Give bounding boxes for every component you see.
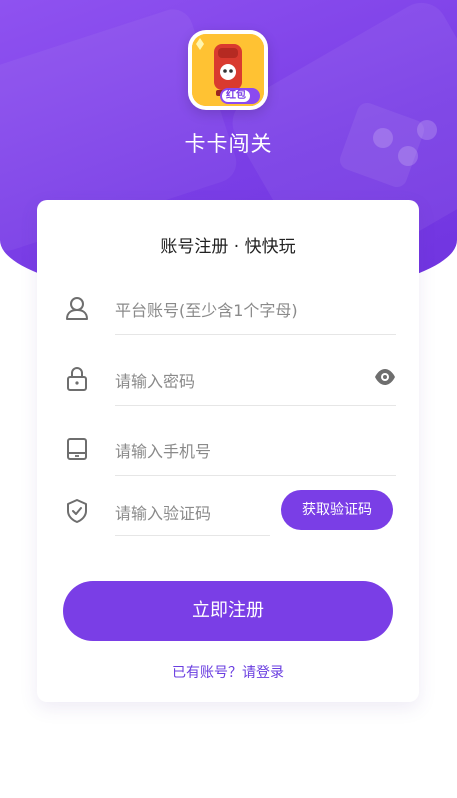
password-input[interactable]: 请输入密码: [115, 368, 195, 392]
app-logo-badge: 红包: [226, 90, 246, 101]
account-field[interactable]: 平台账号(至少含1个字母): [60, 275, 396, 335]
phone-field[interactable]: 请输入手机号: [60, 416, 396, 476]
phone-icon: [67, 438, 87, 460]
form-title: 账号注册 · 快快玩: [160, 237, 296, 257]
input-underline: [115, 334, 396, 335]
input-underline: [115, 405, 396, 406]
user-icon: [66, 297, 88, 320]
app-logo: 红包: [188, 30, 268, 110]
code-field[interactable]: 请输入验证码: [60, 476, 270, 536]
app-title: 卡卡闯关: [184, 132, 273, 156]
get-code-button[interactable]: 获取验证码: [281, 490, 393, 530]
eye-icon[interactable]: [374, 368, 396, 386]
shield-check-icon: [67, 499, 87, 523]
register-card: 账号注册 · 快快玩 平台账号(至少含1个字母) 请输入密码 请输入手机号 请输…: [37, 200, 419, 702]
code-input[interactable]: 请输入验证码: [115, 500, 211, 524]
input-underline: [115, 535, 270, 536]
login-link[interactable]: 已有账号？请登录: [37, 662, 419, 682]
password-field[interactable]: 请输入密码: [60, 346, 396, 406]
account-input[interactable]: 平台账号(至少含1个字母): [115, 297, 298, 321]
register-button[interactable]: 立即注册: [63, 581, 393, 641]
lock-icon: [67, 367, 87, 391]
phone-input[interactable]: 请输入手机号: [115, 438, 211, 462]
